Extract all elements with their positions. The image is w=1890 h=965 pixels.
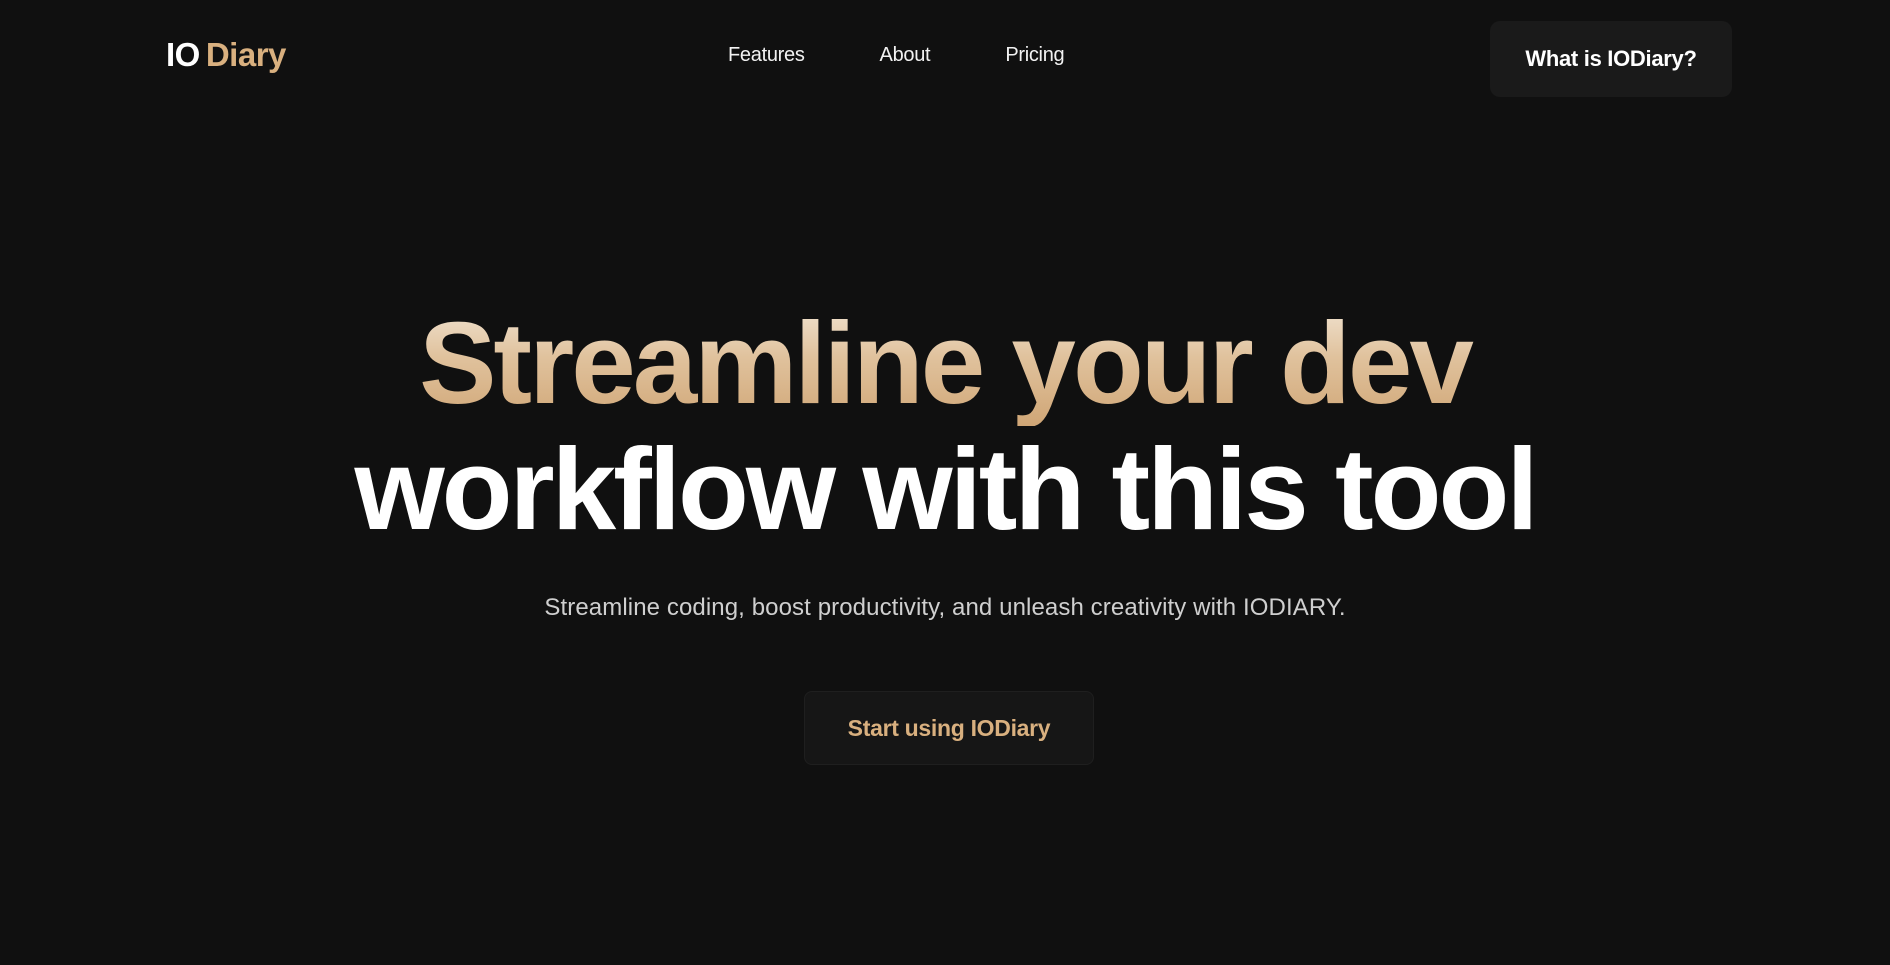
what-is-iodiary-button[interactable]: What is IODiary? xyxy=(1490,21,1732,97)
hero-headline-line2: workflow with this tool xyxy=(354,424,1538,554)
nav-link-pricing[interactable]: Pricing xyxy=(1005,44,1064,67)
landing-page: IO Diary Features About Pricing What is … xyxy=(0,0,1890,965)
logo-secondary-text: Diary xyxy=(205,36,287,73)
hero-headline: Streamline your dev workflow with this t… xyxy=(0,300,1890,552)
site-header: IO Diary Features About Pricing What is … xyxy=(0,0,1890,118)
logo-primary-text: IO xyxy=(166,36,200,73)
main-nav: Features About Pricing xyxy=(728,44,1065,67)
hero-subtitle: Streamline coding, boost productivity, a… xyxy=(544,594,1346,621)
start-using-button[interactable]: Start using IODiary xyxy=(804,691,1094,765)
logo[interactable]: IO Diary xyxy=(166,36,286,76)
nav-link-features[interactable]: Features xyxy=(728,44,805,67)
hero-headline-line1: Streamline your dev xyxy=(0,300,1890,426)
hero-section: Streamline your dev workflow with this t… xyxy=(0,300,1890,622)
nav-link-about[interactable]: About xyxy=(880,44,931,67)
